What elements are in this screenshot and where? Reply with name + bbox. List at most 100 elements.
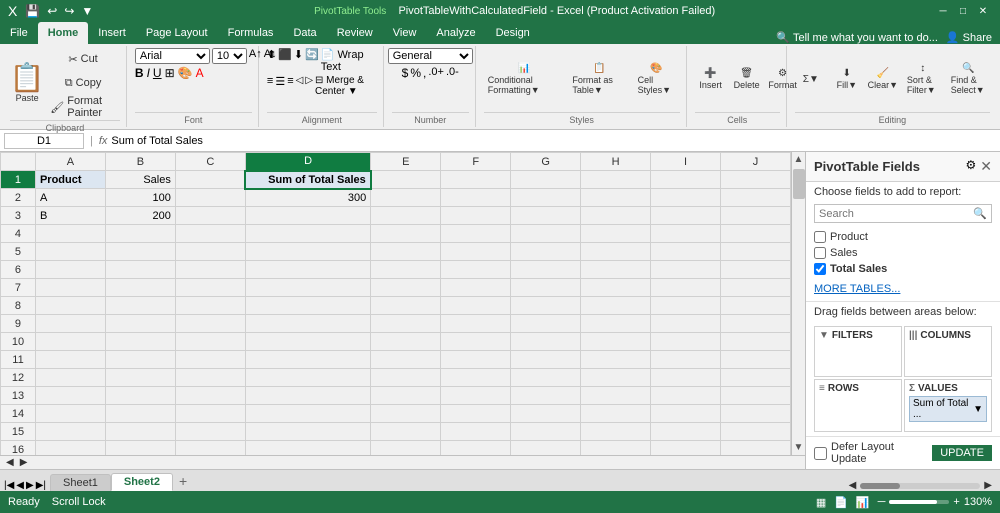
indent-increase-btn[interactable]: ▷ [305,75,313,97]
list-item[interactable] [175,333,245,351]
list-item[interactable] [105,261,175,279]
list-item[interactable] [35,279,105,297]
list-item[interactable] [581,225,651,243]
list-item[interactable] [245,225,370,243]
list-item[interactable] [175,297,245,315]
decimal-increase-btn[interactable]: .0+ [428,66,444,80]
format-as-table-btn[interactable]: 📋 Format as Table▼ [568,48,630,110]
list-item[interactable] [441,333,511,351]
close-btn[interactable]: ✕ [974,3,992,19]
list-item[interactable] [651,405,721,423]
insert-btn[interactable]: ➕ Insert [695,48,727,110]
sheet-tab-sheet1[interactable]: Sheet1 [50,474,111,491]
orientation-btn[interactable]: 🔄 [305,48,319,73]
align-center-btn[interactable]: ☰ [275,75,285,97]
scroll-up-arrow[interactable]: ▲ [794,152,804,167]
zoom-in-btn[interactable]: + [953,496,959,508]
list-item[interactable] [581,171,651,189]
pivot-area-columns[interactable]: |||COLUMNS [904,326,992,377]
list-item[interactable] [35,441,105,456]
list-item[interactable] [721,351,791,369]
list-item[interactable] [371,387,441,405]
page-break-preview-btn[interactable]: 📊 [856,496,870,509]
list-item[interactable] [175,387,245,405]
list-item[interactable] [651,387,721,405]
align-top-btn[interactable]: ⬆ [267,48,276,73]
list-item[interactable]: 100 [105,189,175,207]
list-item[interactable] [721,423,791,441]
list-item[interactable] [105,369,175,387]
list-item[interactable] [721,315,791,333]
list-item[interactable] [245,369,370,387]
list-item[interactable] [35,405,105,423]
list-item[interactable] [581,423,651,441]
list-item[interactable] [441,225,511,243]
col-header-i[interactable]: I [651,153,721,171]
share-btn[interactable]: 👤 Share [946,31,992,44]
list-item[interactable] [105,333,175,351]
col-header-d[interactable]: D [245,153,370,171]
sheet-first-btn[interactable]: |◀ [4,480,14,491]
list-item[interactable] [175,189,245,207]
undo-qa-btn[interactable]: ↩ [45,4,59,18]
list-item[interactable] [245,387,370,405]
list-item[interactable] [35,225,105,243]
minimize-btn[interactable]: ─ [934,3,952,19]
list-item[interactable] [175,423,245,441]
more-qa-btn[interactable]: ▼ [79,4,95,18]
pivot-area-filters[interactable]: ▼FILTERS [814,326,902,377]
list-item[interactable] [581,261,651,279]
list-item[interactable] [651,279,721,297]
list-item[interactable] [581,207,651,225]
paste-btn[interactable]: 📋 Paste [10,48,44,118]
list-item[interactable] [511,351,581,369]
list-item[interactable] [245,351,370,369]
conditional-formatting-btn[interactable]: 📊 Conditional Formatting▼ [484,48,566,110]
delete-btn[interactable]: 🗑 Delete [731,48,763,110]
list-item[interactable] [581,405,651,423]
name-box[interactable] [4,133,84,149]
italic-btn[interactable]: I [147,66,150,80]
list-item[interactable] [105,315,175,333]
list-item[interactable] [511,387,581,405]
list-item[interactable] [371,405,441,423]
list-item[interactable] [511,279,581,297]
list-item[interactable] [175,207,245,225]
list-item[interactable] [651,351,721,369]
list-item[interactable] [105,441,175,456]
list-item[interactable] [35,333,105,351]
list-item[interactable] [721,279,791,297]
h-scrollbar-track[interactable] [860,483,980,489]
list-item[interactable] [441,369,511,387]
list-item[interactable] [581,387,651,405]
list-item[interactable] [581,189,651,207]
formula-input[interactable] [111,135,996,147]
list-item[interactable] [511,297,581,315]
list-item[interactable] [511,171,581,189]
list-item[interactable]: B [35,207,105,225]
sort-filter-btn[interactable]: ↕ Sort & Filter▼ [903,48,943,110]
list-item[interactable] [371,171,441,189]
percent-btn[interactable]: % [410,66,421,80]
horizontal-scrollbar[interactable]: ◀ ▶ [0,455,805,469]
list-item[interactable] [581,279,651,297]
font-grow-btn[interactable]: A↑ [249,48,262,64]
list-item[interactable]: Sales [105,171,175,189]
list-item[interactable] [441,387,511,405]
list-item[interactable] [35,297,105,315]
zoom-out-btn[interactable]: ─ [878,496,886,508]
list-item[interactable] [371,297,441,315]
ribbon-tab-page layout[interactable]: Page Layout [136,22,218,44]
list-item[interactable] [371,189,441,207]
col-header-g[interactable]: G [511,153,581,171]
list-item[interactable] [511,243,581,261]
list-item[interactable] [371,243,441,261]
list-item[interactable] [721,441,791,456]
list-item[interactable] [175,351,245,369]
list-item[interactable] [581,243,651,261]
col-header-a[interactable]: A [35,153,105,171]
list-item[interactable] [371,207,441,225]
fill-btn[interactable]: ⬇ Fill▼ [831,48,863,110]
list-item[interactable] [721,405,791,423]
list-item[interactable] [175,405,245,423]
